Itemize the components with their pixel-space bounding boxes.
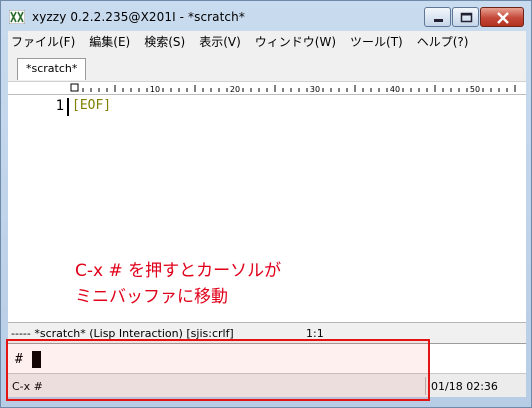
eof-marker: [EOF]: [72, 98, 112, 113]
mode-line-text: ----- *scratch* (Lisp Interaction) [sjis…: [11, 327, 234, 340]
window-title: xyzzy 0.2.2.235@X201I - *scratch*: [32, 10, 245, 24]
tab-scratch[interactable]: *scratch*: [17, 58, 87, 80]
minimize-button[interactable]: [424, 7, 451, 27]
ruler-label: 10: [150, 85, 160, 94]
cursor-position: 1:1: [306, 327, 324, 340]
status-keystroke: C-x #: [12, 380, 43, 393]
menu-file[interactable]: ファイル(F): [8, 33, 82, 50]
status-bar: C-x # 01/18 02:36: [8, 373, 526, 397]
annotation-callout: C-x # を押すとカーソルが ミニバッファに移動: [75, 258, 375, 310]
status-separator: [425, 377, 426, 395]
buffer-tab-strip: *scratch*: [8, 52, 526, 81]
line-number: 1: [55, 98, 64, 114]
mode-line: ----- *scratch* (Lisp Interaction) [sjis…: [8, 322, 526, 343]
minibuffer[interactable]: #: [8, 343, 526, 373]
xyzzy-app-icon[interactable]: [8, 9, 26, 25]
minibuffer-prompt: #: [15, 352, 23, 367]
menu-view[interactable]: 表示(V): [192, 33, 248, 50]
title-bar[interactable]: xyzzy 0.2.2.235@X201I - *scratch*: [1, 1, 531, 31]
menu-tools[interactable]: ツール(T): [343, 33, 410, 50]
status-datetime: 01/18 02:36: [431, 380, 498, 393]
menu-edit[interactable]: 編集(E): [82, 33, 137, 50]
ruler-label: 50: [470, 85, 480, 94]
text-cursor: [67, 98, 69, 116]
menu-search[interactable]: 検索(S): [137, 33, 192, 50]
close-button[interactable]: [480, 7, 524, 27]
maximize-button[interactable]: [452, 7, 479, 27]
annotation-line-2: ミニバッファに移動: [75, 287, 228, 307]
ruler-label: 20: [230, 85, 240, 94]
menu-bar: ファイル(F) 編集(E) 検索(S) 表示(V) ウィンドウ(W) ツール(T…: [8, 31, 526, 52]
menu-help[interactable]: ヘルプ(?): [410, 33, 476, 50]
column-ruler: 10 20 30 40 50: [8, 81, 526, 94]
app-window: xyzzy 0.2.2.235@X201I - *scratch* ファイル(F…: [0, 0, 532, 408]
ruler-label: 30: [310, 85, 320, 94]
ruler-label: 40: [390, 85, 400, 94]
editor-area[interactable]: 1 [EOF] C-x # を押すとカーソルが ミニバッファに移動: [8, 94, 526, 322]
annotation-line-1: C-x # を押すとカーソルが: [75, 261, 282, 281]
ruler-start-marker: [70, 83, 79, 92]
minibuffer-cursor: [32, 351, 41, 368]
menu-window[interactable]: ウィンドウ(W): [248, 33, 343, 50]
